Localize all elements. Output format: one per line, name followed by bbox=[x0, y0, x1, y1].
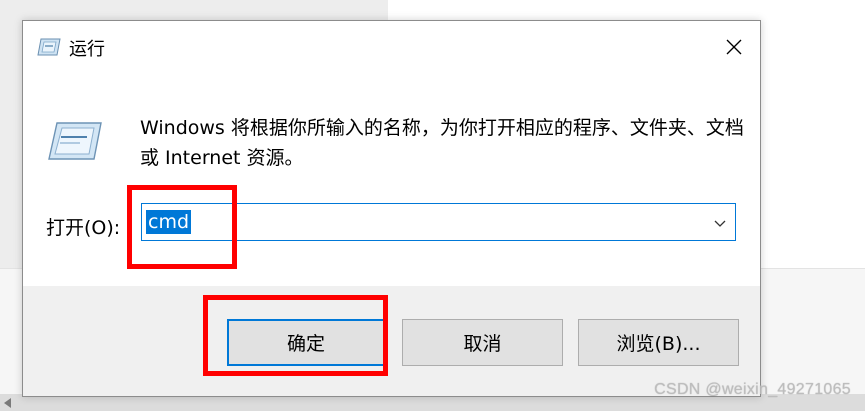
title-bar: 运行 bbox=[23, 21, 760, 73]
run-icon bbox=[37, 38, 61, 56]
scroll-left-arrow-icon[interactable] bbox=[4, 398, 11, 408]
dialog-description: Windows 将根据你所输入的名称，为你打开相应的程序、文件夹、文档或 Int… bbox=[140, 117, 744, 169]
browse-button[interactable]: 浏览(B)... bbox=[578, 319, 739, 366]
open-field-label: 打开(O): bbox=[46, 217, 121, 239]
annotation-box-input bbox=[127, 185, 237, 269]
close-icon bbox=[726, 39, 742, 55]
chevron-down-icon[interactable] bbox=[713, 215, 727, 229]
watermark: CSDN @weixin_49271065 bbox=[654, 381, 851, 398]
close-button[interactable] bbox=[714, 29, 754, 65]
window-title: 运行 bbox=[69, 39, 105, 60]
run-icon bbox=[47, 121, 103, 161]
cancel-button[interactable]: 取消 bbox=[402, 319, 563, 366]
annotation-box-ok bbox=[203, 295, 388, 376]
